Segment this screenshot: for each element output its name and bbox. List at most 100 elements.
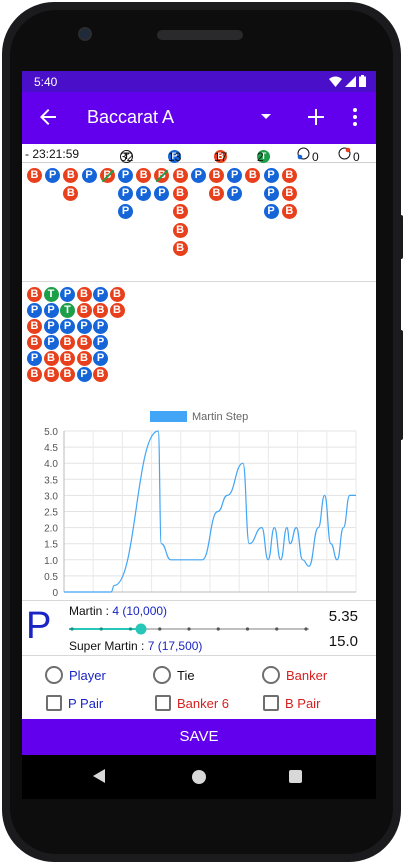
tie-radio-label: Tie (177, 667, 195, 683)
martin-panel: P Martin : 4 (10,000) Super Martin : 7 (… (22, 600, 376, 656)
b-pair-check-box[interactable] (263, 695, 279, 711)
big-road-bead: P (136, 186, 152, 202)
bead-road-bead: B (27, 319, 42, 334)
bead-road-bead: B (76, 335, 92, 350)
bead-road-bead: B (27, 335, 42, 350)
tie-radio-circle[interactable] (153, 666, 171, 684)
big-road-bead: P (227, 186, 243, 202)
page-title[interactable]: Baccarat A (87, 107, 174, 128)
martin-value: 4 (10,000) (112, 604, 168, 618)
big-road-bead: P (45, 168, 61, 183)
volume-button (399, 330, 403, 440)
big-road-bead: B (281, 168, 297, 183)
app-bar: Baccarat A (22, 92, 376, 144)
player-pair-icon (297, 147, 310, 160)
power-button (399, 215, 403, 259)
nav-bar (22, 755, 376, 799)
slider-thumb[interactable] (135, 623, 147, 635)
big-road-bead: P (227, 168, 243, 183)
p-pair-checkbox[interactable]: P Pair (46, 695, 103, 711)
legend-label: Martin Step (192, 411, 248, 423)
more-vert-icon[interactable] (349, 105, 361, 129)
bead-road-bead: P (76, 367, 92, 382)
bead-road-bead: B (60, 335, 75, 350)
status-bar: 5:40 (22, 71, 376, 92)
banker-radio[interactable]: Banker (262, 666, 327, 684)
player-pair-count: 0 (297, 147, 319, 164)
bead-road-bead: P (93, 287, 108, 302)
big-road-bead: B (172, 204, 188, 220)
p-pair-label: P Pair (68, 695, 104, 711)
banker-radio-circle[interactable] (262, 666, 280, 684)
bead-road-bead: P (76, 319, 92, 334)
session-clock: - 23:21:59 (25, 147, 80, 161)
super-martin-value: 7 (17,500) (147, 639, 203, 653)
big-road-bead: B (209, 186, 224, 202)
player-radio[interactable]: Player (45, 666, 106, 684)
player-radio-label: Player (69, 667, 106, 683)
target-value: 15.0 (328, 633, 358, 650)
tie-radio[interactable]: Tie (153, 666, 195, 684)
slider-tick (216, 627, 220, 631)
slider-tick (275, 627, 279, 631)
y-tick-label: 5.0 (44, 427, 58, 438)
big-road-bead: P (118, 186, 133, 202)
add-icon[interactable] (304, 105, 328, 129)
nav-recents-icon[interactable] (289, 770, 302, 783)
b-pair-label: B Pair (285, 695, 321, 711)
big-road: BPBBPBPPPBPBPBBBBBPBBPPBPPPBBB (22, 164, 376, 282)
bead-road-bead: P (43, 335, 59, 350)
slider-tick (245, 627, 250, 631)
big-road-bead: P (81, 168, 97, 183)
speaker-grille (157, 30, 243, 40)
big-road-bead: P (263, 204, 279, 220)
phone-frame: 5:40 Baccarat A - 23:21:59 T 32 P 13 B 1… (0, 0, 403, 864)
y-tick-label: 0 (52, 588, 58, 599)
tie-total-count: 32 (120, 150, 134, 164)
big-road-bead: B (172, 222, 188, 238)
banker-pair-value: 0 (353, 150, 360, 164)
bead-road-bead: B (109, 287, 125, 302)
y-tick-label: 4.0 (44, 459, 58, 470)
bead-road-bead: B (76, 303, 92, 318)
martin-chart: 0 0.5 1.0 1.5 2.0 2.5 3.0 3.5 4.0 4.5 5.0 Martin St… (22, 404, 376, 600)
slider-tick (70, 627, 74, 631)
nav-back-icon[interactable] (93, 769, 105, 783)
big-road-bead: B (245, 168, 261, 183)
tie-count-value: 2 (257, 150, 264, 164)
big-road-bead: P (190, 168, 206, 183)
b-pair-checkbox[interactable]: B Pair (263, 695, 320, 711)
bead-road-bead: B (93, 303, 108, 318)
big-road-bead: B (172, 168, 188, 183)
bead-road-bead: B (27, 287, 42, 302)
slider-tick (128, 627, 133, 631)
banker6-checkbox[interactable]: Banker 6 (155, 695, 229, 711)
bead-road-bead: B (43, 351, 59, 366)
slider-tick (304, 627, 308, 631)
chevron-down-icon[interactable] (261, 114, 271, 119)
slider-tick (99, 627, 103, 631)
big-road-bead: B (172, 240, 188, 256)
nav-home-icon[interactable] (192, 770, 206, 784)
bead-road-bead: B (43, 367, 59, 382)
p-pair-check-box[interactable] (46, 695, 62, 711)
banker6-check-box[interactable] (155, 695, 171, 711)
big-road-bead: B (136, 168, 152, 183)
player-radio-circle[interactable] (45, 666, 63, 684)
bead-road-bead: B (27, 367, 42, 382)
big-road-bead: B (281, 204, 297, 220)
martin-slider[interactable] (69, 622, 309, 636)
save-button[interactable]: SAVE (22, 719, 376, 755)
back-arrow-icon[interactable] (36, 105, 60, 129)
big-road-bead: P (263, 186, 279, 202)
bead-road-bead: B (60, 367, 75, 382)
bead-road-bead: B (109, 303, 125, 318)
slider-tick (158, 627, 162, 631)
big-road-bead: B (209, 168, 224, 183)
bead-road-bead: P (43, 319, 59, 334)
big-road-bead: P (263, 168, 279, 183)
big-road-bead: B (63, 186, 79, 202)
big-road-bead: P (118, 204, 133, 220)
bet-options: Player Tie Banker P Pair Banker 6 B Pair (22, 657, 376, 719)
bead-road-bead: B (60, 351, 75, 366)
